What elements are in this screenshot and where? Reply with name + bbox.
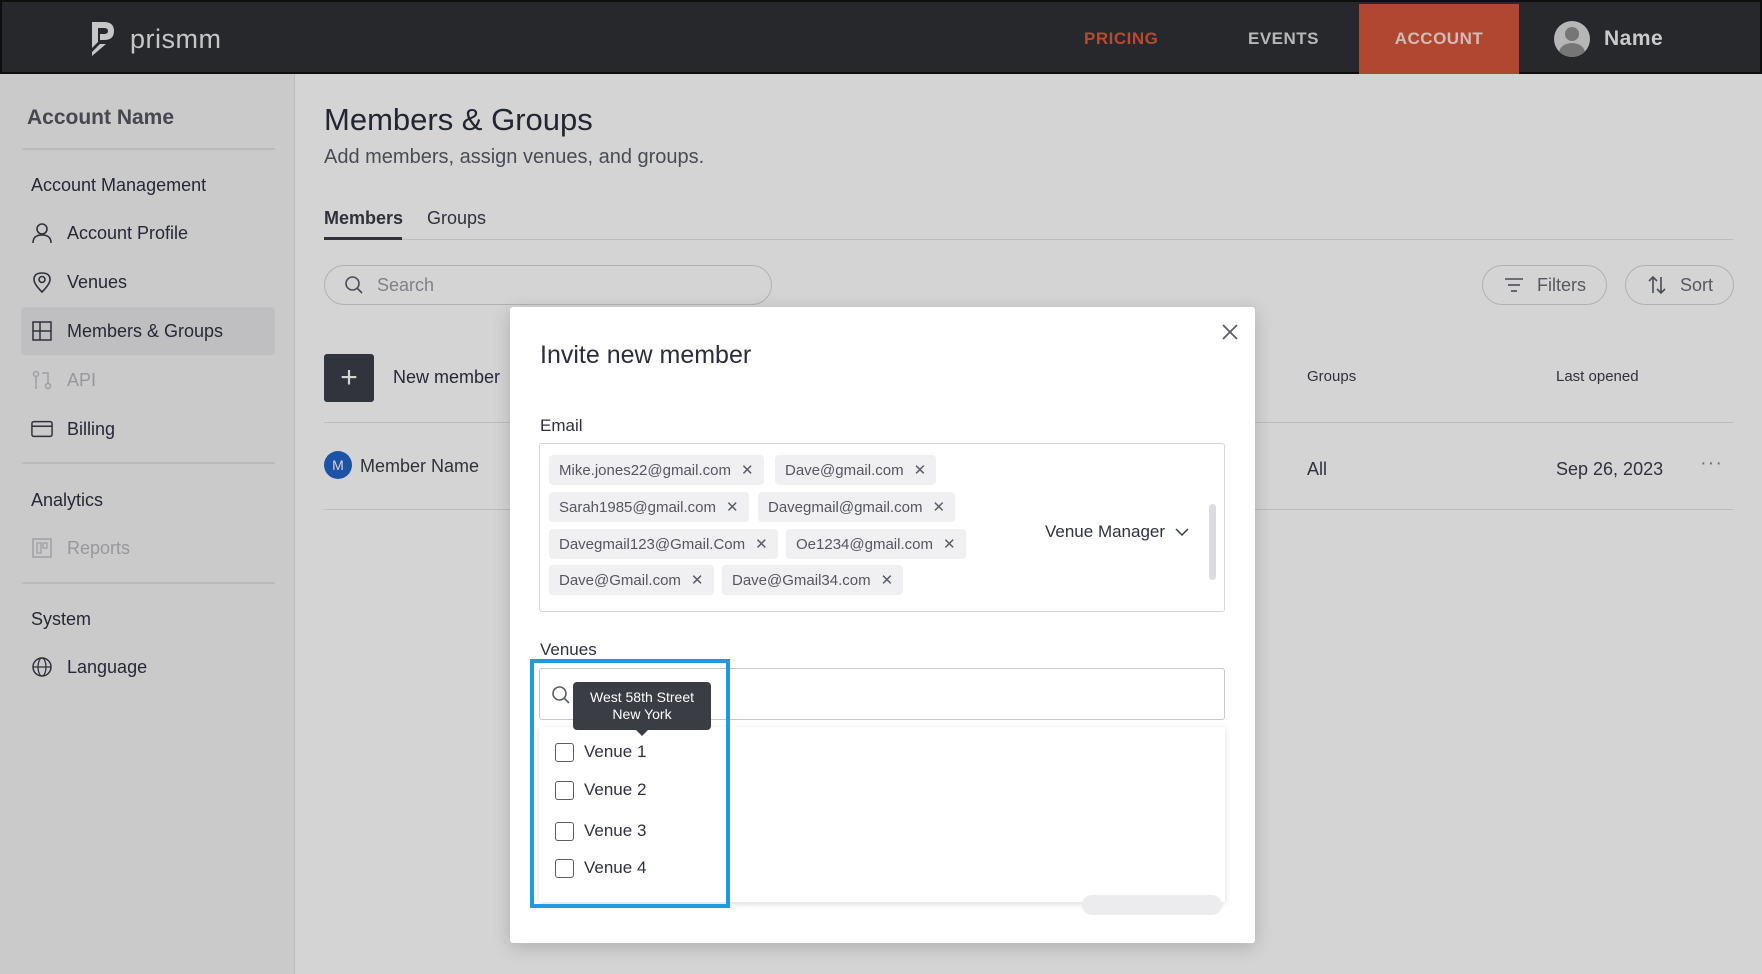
email-chip-text: Mike.jones22@gmail.com — [559, 461, 731, 479]
remove-chip-icon[interactable]: ✕ — [914, 461, 927, 479]
remove-chip-icon[interactable]: ✕ — [932, 498, 945, 516]
modal-footer-button-hint — [1082, 895, 1222, 915]
chevron-down-icon — [1175, 522, 1189, 542]
email-chip-text: Dave@Gmail34.com — [732, 571, 871, 589]
email-chip-text: Dave@Gmail.com — [559, 571, 681, 589]
email-chip-text: Oe1234@gmail.com — [796, 535, 933, 553]
email-chip: Dave@gmail.com ✕ — [775, 455, 937, 485]
email-chip-text: Sarah1985@gmail.com — [559, 498, 716, 516]
email-chip: Sarah1985@gmail.com ✕ — [549, 492, 749, 522]
role-dropdown[interactable]: Venue Manager — [1045, 522, 1189, 542]
remove-chip-icon[interactable]: ✕ — [943, 535, 956, 553]
venues-label: Venues — [540, 640, 597, 659]
remove-chip-icon[interactable]: ✕ — [691, 571, 704, 589]
email-label: Email — [540, 416, 583, 435]
email-chip: Davegmail123@Gmail.Com ✕ — [549, 529, 778, 559]
email-chip: Dave@Gmail34.com ✕ — [722, 565, 904, 595]
role-value: Venue Manager — [1045, 522, 1166, 541]
email-chip: Mike.jones22@gmail.com ✕ — [549, 455, 764, 485]
remove-chip-icon[interactable]: ✕ — [755, 535, 768, 553]
highlight-box — [530, 659, 730, 908]
email-chip-text: Dave@gmail.com — [785, 461, 904, 479]
email-chip: Davegmail@gmail.com ✕ — [758, 492, 956, 522]
email-chip: Oe1234@gmail.com ✕ — [786, 529, 966, 559]
email-tags-input[interactable]: Mike.jones22@gmail.com ✕ Dave@gmail.com ✕ … — [539, 443, 1225, 612]
email-chip-text: Davegmail@gmail.com — [768, 498, 923, 516]
close-icon[interactable] — [1220, 321, 1240, 349]
modal-title: Invite new member — [540, 341, 752, 369]
remove-chip-icon[interactable]: ✕ — [881, 571, 894, 589]
email-chip: Dave@Gmail.com ✕ — [549, 565, 714, 595]
remove-chip-icon[interactable]: ✕ — [726, 498, 739, 516]
topbar-backdrop — [0, 0, 1762, 74]
email-chip-text: Davegmail123@Gmail.Com — [559, 535, 746, 553]
scrollbar[interactable] — [1209, 504, 1216, 580]
remove-chip-icon[interactable]: ✕ — [741, 461, 754, 479]
